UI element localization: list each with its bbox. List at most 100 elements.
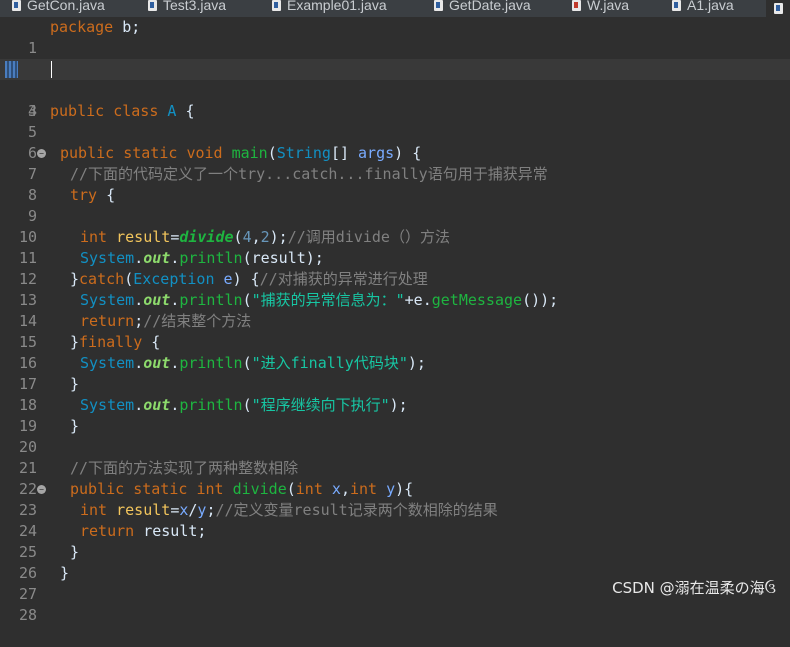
comment: //对捕获的异常进行处理 bbox=[259, 270, 428, 288]
parameter: y bbox=[386, 480, 396, 498]
keyword: public bbox=[60, 144, 115, 162]
keyword: catch bbox=[79, 270, 125, 288]
keyword: int bbox=[80, 501, 108, 519]
class-name: System bbox=[80, 396, 135, 414]
comment: //结束整个方法 bbox=[143, 312, 252, 330]
code-text: ( bbox=[242, 354, 252, 372]
type-name: String bbox=[276, 144, 331, 162]
comment: //下面的代码定义了一个try...catch...finally语句用于捕获异… bbox=[70, 165, 548, 183]
code-text: ( bbox=[242, 396, 252, 414]
code-line: 10 bbox=[0, 206, 790, 246]
code-text: } bbox=[70, 375, 80, 393]
string-literal: "进入finally代码块" bbox=[251, 354, 408, 372]
code-text: } bbox=[70, 543, 80, 561]
code-text: . bbox=[170, 354, 180, 372]
keyword: public bbox=[50, 102, 105, 120]
java-file-icon bbox=[12, 0, 21, 11]
tab-w[interactable]: W.java bbox=[572, 0, 629, 15]
code-text: ){ bbox=[395, 480, 414, 498]
code-line: 11 int result=divide(4,2);//调用divide（）方法 bbox=[0, 227, 790, 267]
code-text: (result); bbox=[242, 249, 324, 267]
tab-a-active[interactable] bbox=[766, 0, 790, 17]
current-line: 3 bbox=[0, 59, 790, 120]
code-line: 23 − public static int divide(int x,int … bbox=[0, 479, 790, 519]
code-text: . bbox=[134, 354, 144, 372]
tab-test3[interactable]: Test3.java bbox=[148, 0, 226, 15]
text-caret bbox=[51, 61, 52, 78]
comment: //调用divide（）方法 bbox=[287, 228, 450, 246]
code-text: = bbox=[170, 501, 180, 519]
java-file-icon bbox=[434, 0, 443, 11]
code-line: 15 return;//结束整个方法 bbox=[0, 311, 790, 351]
comment: //定义变量result记录两个数相除的结果 bbox=[215, 501, 498, 519]
code-line: 2 bbox=[0, 38, 790, 78]
comment: //下面的方法实现了两种整数相除 bbox=[70, 459, 299, 477]
method-name: main bbox=[231, 144, 268, 162]
number: 2 bbox=[260, 228, 270, 246]
keyword: int bbox=[295, 480, 323, 498]
tab-label: GetCon.java bbox=[27, 0, 105, 13]
string-literal: "程序继续向下执行" bbox=[251, 396, 390, 414]
code-line: 26 } bbox=[0, 542, 790, 582]
code-line: 5 public class A { bbox=[0, 101, 790, 141]
java-file-error-icon bbox=[572, 0, 581, 11]
tab-a1[interactable]: A1.java bbox=[672, 0, 734, 15]
code-line: 6 bbox=[0, 122, 790, 162]
code-text: = bbox=[170, 228, 180, 246]
code-text: ) { bbox=[394, 144, 422, 162]
tab-label: Example01.java bbox=[287, 0, 387, 13]
keyword: int bbox=[196, 480, 224, 498]
tab-label: W.java bbox=[587, 0, 630, 13]
code-text: { bbox=[176, 102, 195, 120]
method-call: println bbox=[179, 396, 243, 414]
keyword: class bbox=[113, 102, 159, 120]
keyword: static bbox=[133, 480, 188, 498]
tab-label: Test3.java bbox=[163, 0, 227, 13]
code-text: . bbox=[134, 291, 144, 309]
code-line: 22 //下面的方法实现了两种整数相除 bbox=[0, 458, 790, 498]
java-file-icon bbox=[672, 0, 681, 11]
code-text: , bbox=[340, 480, 350, 498]
code-line: 24 int result=x/y;//定义变量result记录两个数相除的结果 bbox=[0, 500, 790, 540]
code-text: ) { bbox=[232, 270, 260, 288]
fold-collapse-icon[interactable]: − bbox=[37, 485, 46, 494]
tab-getdate[interactable]: GetDate.java bbox=[434, 0, 531, 15]
method-call: println bbox=[179, 354, 243, 372]
static-field: out bbox=[143, 249, 171, 267]
code-text: b; bbox=[113, 18, 141, 36]
code-text: . bbox=[170, 291, 180, 309]
code-text: { bbox=[142, 333, 161, 351]
code-editor[interactable]: 1 package b; 2 3 4 5 public class A { 6 … bbox=[0, 17, 790, 624]
code-text: [] bbox=[330, 144, 359, 162]
code-text: ); bbox=[389, 396, 408, 414]
java-file-icon bbox=[148, 0, 157, 11]
tab-label: GetDate.java bbox=[449, 0, 531, 13]
code-text: ()); bbox=[522, 291, 559, 309]
method-call: getMessage bbox=[431, 291, 523, 309]
parameter: args bbox=[358, 144, 395, 162]
method-call: divide bbox=[179, 228, 234, 246]
code-line: 21 bbox=[0, 437, 790, 477]
string-literal: "捕获的异常信息为：" bbox=[251, 291, 405, 309]
code-line: 4 bbox=[0, 80, 790, 120]
tab-getcon[interactable]: GetCon.java bbox=[12, 0, 105, 15]
keyword: try bbox=[70, 186, 98, 204]
code-line: 20 } bbox=[0, 416, 790, 456]
method-call: println bbox=[179, 249, 243, 267]
code-text: ( bbox=[242, 291, 252, 309]
keyword: void bbox=[186, 144, 223, 162]
code-text: ( bbox=[267, 144, 277, 162]
method-name: divide bbox=[232, 480, 287, 498]
fold-collapse-icon[interactable]: − bbox=[37, 149, 46, 158]
type-name: Exception bbox=[133, 270, 215, 288]
code-text: } bbox=[60, 564, 70, 582]
tab-example01[interactable]: Example01.java bbox=[272, 0, 387, 15]
code-text: } bbox=[70, 333, 80, 351]
keyword: int bbox=[349, 480, 378, 498]
csdn-watermark: CSDN @溺在温柔の海ઉ bbox=[612, 579, 776, 597]
code-text: result; bbox=[134, 522, 207, 540]
variable: result bbox=[116, 501, 171, 519]
code-text: , bbox=[251, 228, 261, 246]
keyword: int bbox=[80, 228, 108, 246]
code-text: ( bbox=[286, 480, 296, 498]
